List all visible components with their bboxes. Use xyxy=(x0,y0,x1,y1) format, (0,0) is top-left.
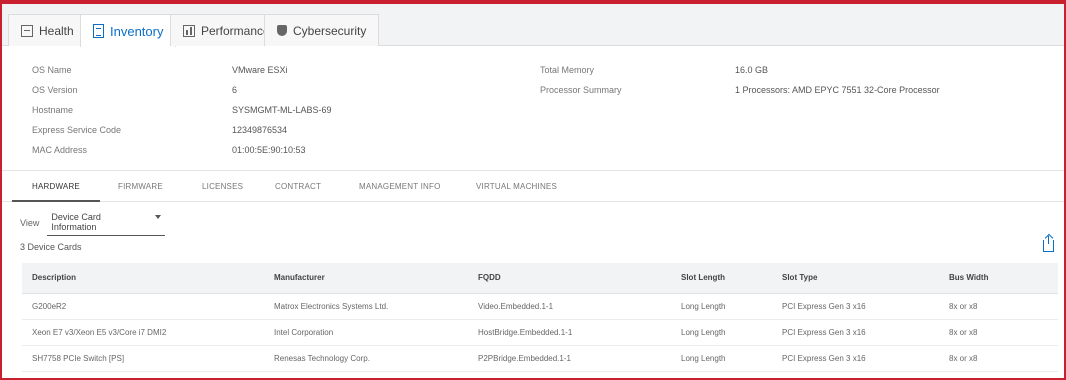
shield-icon xyxy=(277,25,287,36)
cell-fqdd: P2PBridge.Embedded.1-1 xyxy=(468,345,671,372)
cell-slot-type: PCI Express Gen 3 x16 xyxy=(772,293,939,320)
table-row[interactable]: G200eR2 Matrox Electronics Systems Ltd. … xyxy=(22,293,1058,320)
info-value: 12349876534 xyxy=(232,125,288,135)
cell-description: SH7758 PCIe Switch [PS] xyxy=(22,345,264,372)
column-header-slot-length[interactable]: Slot Length xyxy=(671,263,772,294)
cell-manufacturer: Matrox Electronics Systems Ltd. xyxy=(264,293,468,320)
column-header-description[interactable]: Description xyxy=(22,263,264,294)
tab-inventory-label: Inventory xyxy=(110,23,164,39)
inventory-subtabs: HARDWARE FIRMWARE LICENSES CONTRACT MANA… xyxy=(2,170,1064,202)
tab-performance-label: Performance xyxy=(201,23,270,38)
subtab-firmware[interactable]: FIRMWARE xyxy=(118,171,163,202)
column-header-bus-width[interactable]: Bus Width xyxy=(939,263,1058,294)
cell-slot-type: PCI Express Gen 3 x16 xyxy=(772,345,939,372)
cell-fqdd: HostBridge.Embedded.1-1 xyxy=(468,319,671,346)
cell-bus-width: 8x or x8 xyxy=(939,319,1058,346)
cell-slot-length: Long Length xyxy=(671,319,772,346)
table-row[interactable]: Xeon E7 v3/Xeon E5 v3/Core i7 DMI2 Intel… xyxy=(22,319,1058,346)
info-value: SYSMGMT-ML-LABS-69 xyxy=(232,105,332,115)
subtab-virtual-machines[interactable]: VIRTUAL MACHINES xyxy=(476,171,557,202)
export-icon[interactable] xyxy=(1043,236,1054,252)
info-label: MAC Address xyxy=(32,145,88,155)
cell-slot-type: PCI Express Gen 3 x16 xyxy=(772,319,939,346)
device-cards-table: Description Manufacturer FQDD Slot Lengt… xyxy=(22,263,1058,372)
tab-health[interactable]: Health xyxy=(8,14,87,46)
health-icon xyxy=(21,24,33,37)
info-label: Processor Summary xyxy=(540,85,622,95)
view-dropdown-value: Device Card Information xyxy=(51,212,101,232)
column-header-slot-type[interactable]: Slot Type xyxy=(772,263,939,294)
cell-fqdd: Video.Embedded.1-1 xyxy=(468,293,671,320)
info-value: VMware ESXi xyxy=(232,65,288,75)
cell-description: Xeon E7 v3/Xeon E5 v3/Core i7 DMI2 xyxy=(22,319,264,346)
table-row[interactable]: SH7758 PCIe Switch [PS] Renesas Technolo… xyxy=(22,345,1058,372)
subtab-management-info[interactable]: MANAGEMENT INFO xyxy=(359,171,441,202)
info-label: Hostname xyxy=(32,105,74,115)
column-header-fqdd[interactable]: FQDD xyxy=(468,263,671,294)
system-info-right: Total Memory 16.0 GB Processor Summary 1 P… xyxy=(540,60,940,100)
info-label: Express Service Code xyxy=(32,125,122,135)
cell-description: G200eR2 xyxy=(22,293,264,320)
column-header-manufacturer[interactable]: Manufacturer xyxy=(264,263,468,294)
tab-cybersecurity[interactable]: Cybersecurity xyxy=(264,14,380,46)
cell-manufacturer: Intel Corporation xyxy=(264,319,468,346)
info-value: 1 Processors: AMD EPYC 7551 32-Core Proc… xyxy=(735,85,940,95)
info-value: 6 xyxy=(232,85,238,95)
info-value: 01:00:5E:90:10:53 xyxy=(232,145,306,155)
chevron-down-icon xyxy=(155,215,162,219)
subtab-licenses[interactable]: LICENSES xyxy=(202,171,243,202)
info-label: OS Version xyxy=(32,85,78,95)
view-dropdown[interactable]: Device Card Information xyxy=(47,210,166,236)
cell-slot-length: Long Length xyxy=(671,345,772,372)
info-value: 16.0 GB xyxy=(735,65,769,75)
system-info-left: OS Name VMware ESXi OS Version 6 Hostname S… xyxy=(32,60,332,160)
tab-bar: Health Inventory Performance Cybersecuri… xyxy=(2,4,1064,47)
device-card-count: 3 Device Cards xyxy=(20,242,82,252)
performance-icon xyxy=(183,24,195,37)
cell-slot-length: Long Length xyxy=(671,293,772,320)
info-label: OS Name xyxy=(32,65,72,75)
subtab-hardware[interactable]: HARDWARE xyxy=(12,171,100,202)
info-label: Total Memory xyxy=(540,65,595,75)
view-label: View xyxy=(20,218,40,228)
subtab-contract[interactable]: CONTRACT xyxy=(275,171,321,202)
cell-bus-width: 8x or x8 xyxy=(939,345,1058,372)
cell-bus-width: 8x or x8 xyxy=(939,293,1058,320)
inventory-icon xyxy=(93,24,104,38)
cell-manufacturer: Renesas Technology Corp. xyxy=(264,345,468,372)
view-selector-row: View Device Card Information xyxy=(20,210,166,236)
table-header-row: Description Manufacturer FQDD Slot Lengt… xyxy=(22,263,1058,294)
tab-health-label: Health xyxy=(39,23,74,38)
tab-inventory[interactable]: Inventory xyxy=(80,14,177,47)
tab-cybersecurity-label: Cybersecurity xyxy=(293,23,367,38)
